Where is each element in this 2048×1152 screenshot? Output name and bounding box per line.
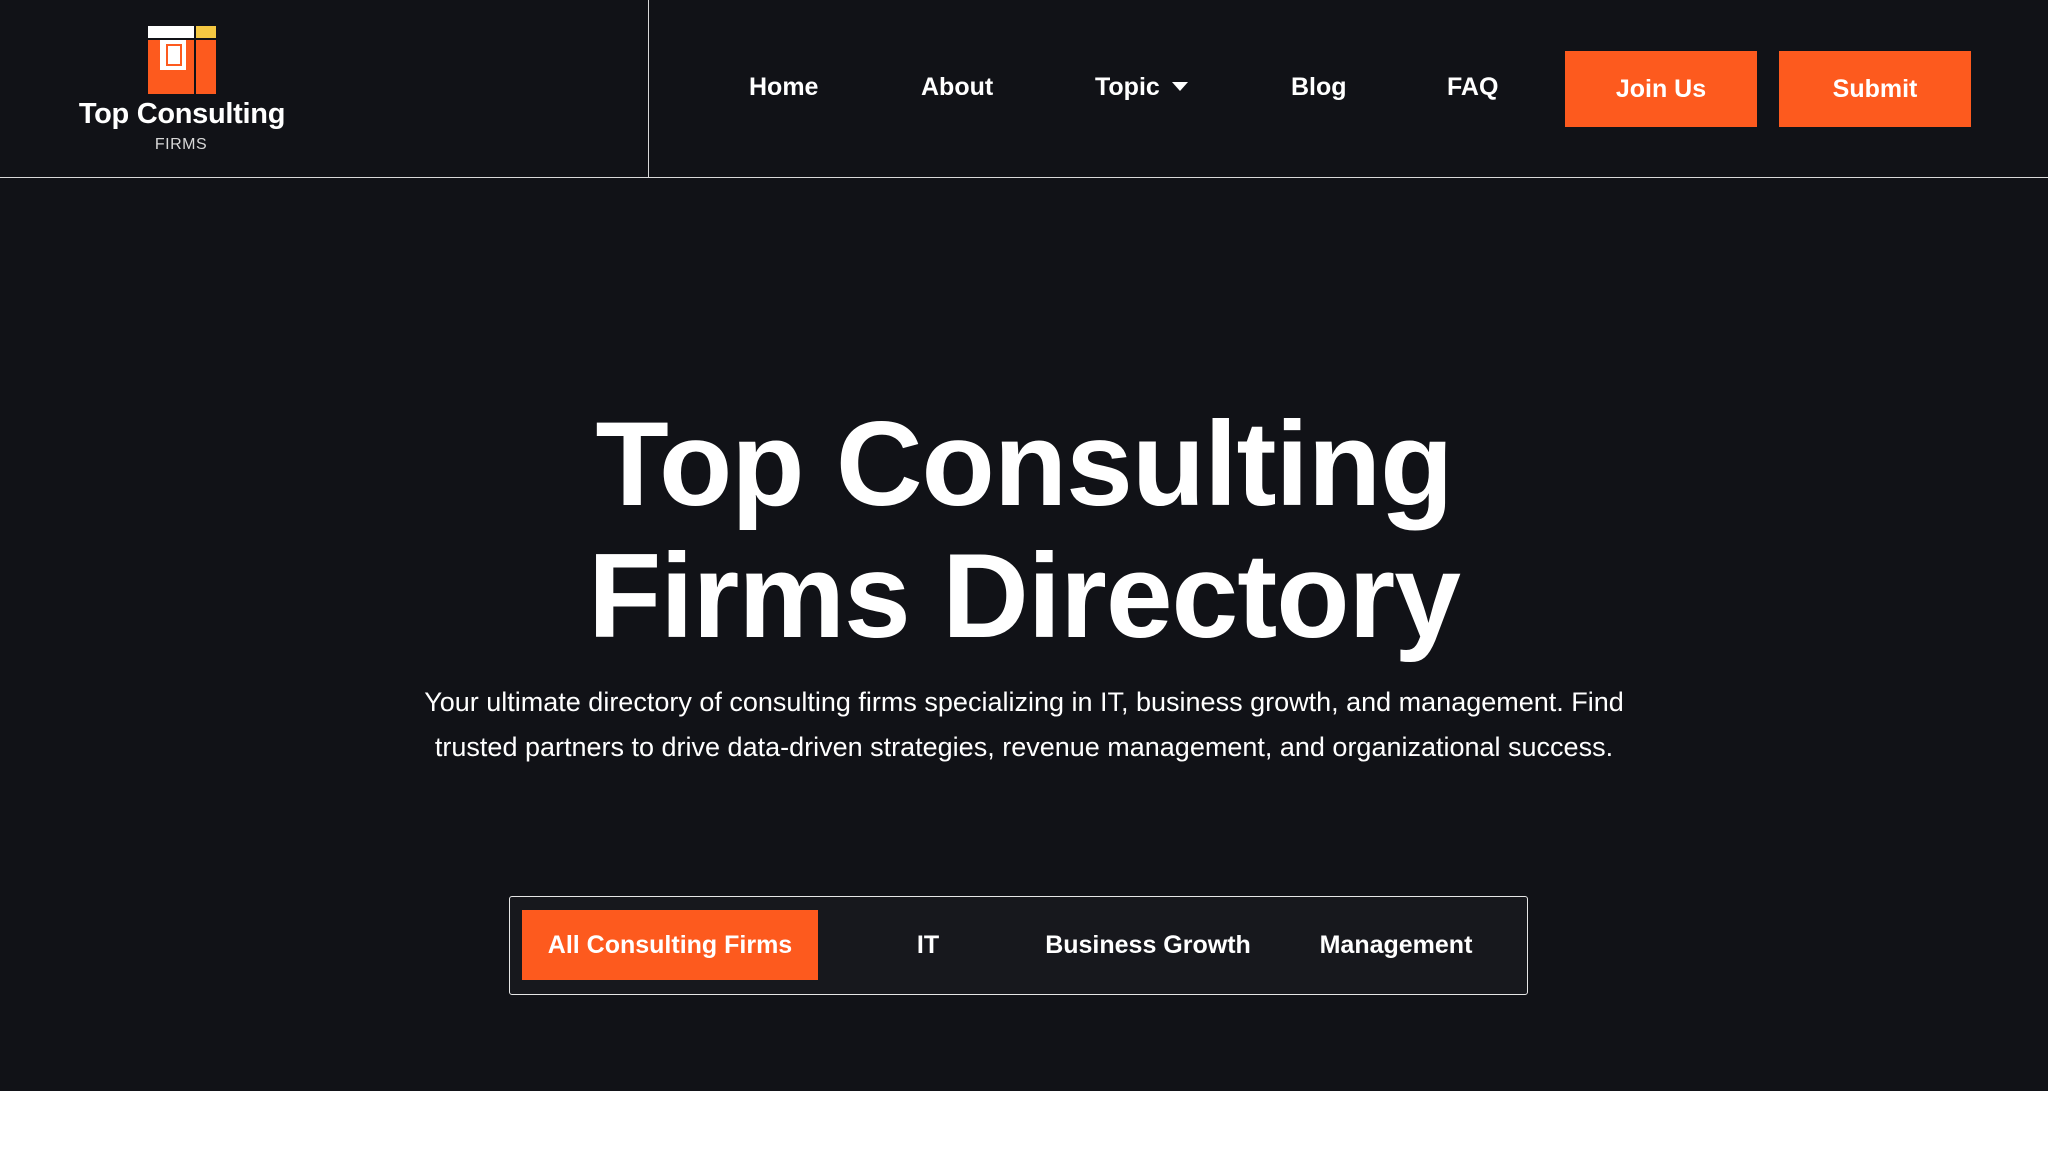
tab-management[interactable]: Management — [1296, 910, 1496, 980]
brand-title: Top Consulting — [78, 98, 286, 130]
nav-topic-label: Topic — [1095, 73, 1160, 101]
category-tabs: All Consulting Firms IT Business Growth … — [509, 896, 1528, 995]
tab-it[interactable]: IT — [868, 910, 988, 980]
chevron-down-icon — [1171, 81, 1188, 91]
hero-description: Your ultimate directory of consulting fi… — [424, 687, 1624, 762]
page-title-line-2: Firms Directory — [588, 529, 1461, 663]
site-header: Top Consulting FIRMS Home About Topic Bl… — [0, 0, 2048, 178]
nav-topic[interactable]: Topic — [1095, 70, 1188, 104]
logo-link[interactable]: Top Consulting FIRMS — [0, 0, 649, 178]
nav-about[interactable]: About — [921, 70, 993, 104]
brand-subtitle: FIRMS — [154, 136, 208, 153]
nav-home[interactable]: Home — [749, 70, 818, 104]
submit-button[interactable]: Submit — [1779, 51, 1971, 127]
page-title: Top Consulting Firms Directory — [0, 398, 2048, 662]
page-title-line-1: Top Consulting — [595, 397, 1454, 531]
tab-business-growth[interactable]: Business Growth — [1028, 910, 1268, 980]
tab-all-consulting-firms[interactable]: All Consulting Firms — [522, 910, 818, 980]
join-us-button[interactable]: Join Us — [1565, 51, 1757, 127]
page: Top Consulting FIRMS Home About Topic Bl… — [0, 0, 2048, 1152]
nav-blog[interactable]: Blog — [1291, 70, 1347, 104]
nav-faq[interactable]: FAQ — [1447, 70, 1498, 104]
window-blocks-logo-icon — [148, 26, 216, 94]
